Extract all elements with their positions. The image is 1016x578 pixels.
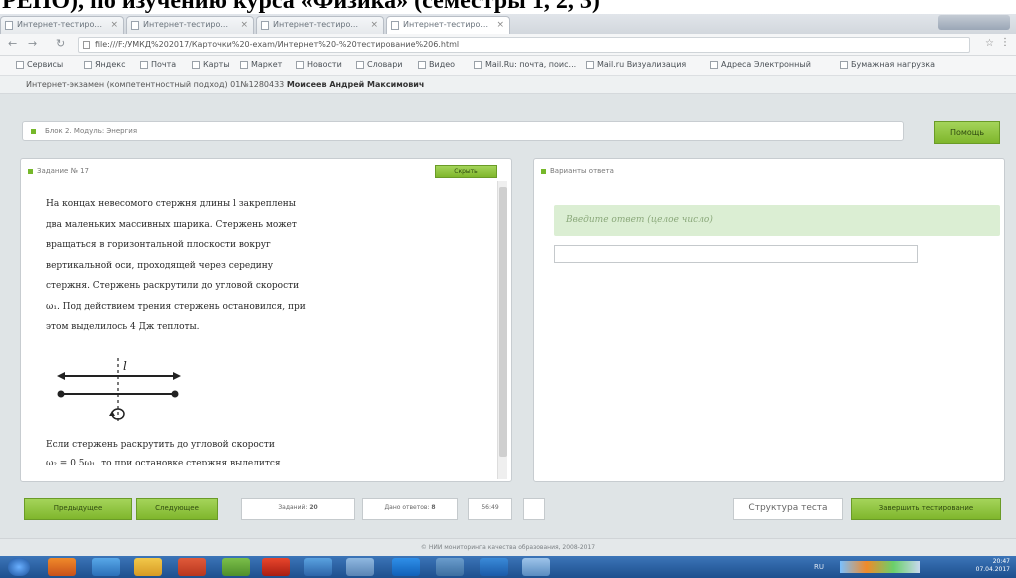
apps-icon — [16, 61, 24, 69]
close-icon[interactable]: × — [496, 17, 504, 33]
finish-button[interactable]: Завершить тестирование — [851, 498, 1001, 520]
media-icon[interactable] — [178, 558, 206, 576]
page-icon — [261, 21, 269, 30]
square-icon — [541, 169, 546, 174]
page-icon — [391, 21, 399, 30]
mail-icon — [474, 61, 482, 69]
bookmark-item[interactable]: Mail.Ru: почта, поис... — [474, 60, 576, 69]
page-icon — [140, 61, 148, 69]
clock[interactable]: 20:47 07.04.2017 — [976, 558, 1010, 574]
scrollbar-thumb[interactable] — [499, 187, 507, 457]
square-icon — [31, 129, 36, 134]
session-info: Интернет-экзамен (компетентностный подхо… — [0, 76, 1016, 94]
app-icon[interactable] — [522, 558, 550, 576]
file-icon — [83, 41, 90, 49]
close-icon[interactable]: × — [240, 17, 248, 33]
close-icon[interactable]: × — [110, 17, 118, 33]
bookmark-item[interactable]: Маркет — [240, 60, 282, 69]
answers-panel: Варианты ответа Введите ответ (целое чис… — [533, 158, 1005, 482]
bookmark-item[interactable]: Адреса Электронный — [710, 60, 811, 69]
browser-tab[interactable]: Интернет-тестиро... × — [256, 16, 384, 34]
page-icon — [710, 61, 718, 69]
tasks-counter: Заданий: 20 — [241, 498, 355, 520]
page-icon — [84, 61, 92, 69]
url-input[interactable]: file:///F:/УМКД%202017/Карточки%20-еxam/… — [78, 37, 970, 53]
app-icon[interactable] — [436, 558, 464, 576]
timer: 56:49 — [468, 498, 512, 520]
rod-diagram: l — [57, 358, 181, 424]
page-caption: РЕПО), по изучению курса «Физика» (семес… — [0, 0, 1016, 14]
window-controls[interactable] — [938, 15, 1010, 30]
bookmark-item[interactable]: Почта — [140, 60, 176, 69]
browser-tab[interactable]: Интернет-тестиро... × — [0, 16, 124, 34]
ie-icon[interactable] — [92, 558, 120, 576]
answer-hint: Введите ответ (целое число) — [554, 205, 1000, 236]
address-bar: ← → ↻ file:///F:/УМКД%202017/Карточки%20… — [0, 34, 1016, 56]
page-icon — [131, 21, 139, 30]
prev-button[interactable]: Предыдущее — [24, 498, 132, 520]
news-icon — [296, 61, 304, 69]
bookmark-item[interactable]: Видео — [418, 60, 455, 69]
bookmark-item[interactable]: Словари — [356, 60, 403, 69]
task-text-continued: Если стержень раскрутить до угловой скор… — [46, 440, 275, 450]
page-icon — [240, 61, 248, 69]
structure-button[interactable]: Структура теста — [733, 498, 843, 520]
page-icon — [840, 61, 848, 69]
chrome-icon[interactable] — [48, 558, 76, 576]
page-icon — [586, 61, 594, 69]
map-pin-icon — [192, 61, 200, 69]
task-text: На концах невесомого стержня длины l зак… — [46, 199, 306, 332]
video-icon — [418, 61, 426, 69]
back-icon[interactable]: ← — [8, 37, 17, 50]
browser-tab[interactable]: Интернет-тестиро... × — [126, 16, 254, 34]
app-icon[interactable] — [304, 558, 332, 576]
breadcrumb: Блок 2. Модуль: Энергия — [22, 121, 904, 141]
task-header: Задание № 17 Скрыть — [21, 159, 511, 183]
star-icon[interactable]: ☆ — [985, 38, 994, 49]
hide-button[interactable]: Скрыть — [435, 165, 497, 178]
tray-icons[interactable] — [840, 561, 920, 573]
opera-icon[interactable] — [262, 558, 290, 576]
answered-counter: Дано ответов: 8 — [362, 498, 458, 520]
taskbar: RU 20:47 07.04.2017 — [0, 556, 1016, 578]
folder-icon[interactable] — [134, 558, 162, 576]
page-icon — [5, 21, 13, 30]
square-icon — [28, 169, 33, 174]
forward-icon[interactable]: → — [28, 37, 37, 50]
app-icon[interactable] — [346, 558, 374, 576]
bookmark-item[interactable]: Сервисы — [16, 60, 63, 69]
bookmark-item[interactable]: Бумажная нагрузка — [840, 60, 935, 69]
language-indicator[interactable]: RU — [814, 563, 824, 571]
axis-label: l — [123, 359, 127, 373]
answers-header: Варианты ответа — [534, 159, 1004, 183]
user-name: Моисеев Андрей Максимович — [286, 80, 425, 89]
system-tray: RU 20:47 07.04.2017 — [796, 556, 1016, 578]
task-text-cut: ω₂ = 0,5ω₁, то при остановке стержня выд… — [46, 459, 281, 465]
bookmarks-bar: Сервисы Яндекс Почта Карты Маркет Новост… — [0, 56, 1016, 76]
reload-icon[interactable]: ↻ — [56, 37, 65, 50]
skype-icon[interactable] — [392, 558, 420, 576]
bookmark-item[interactable]: Яндекс — [84, 60, 125, 69]
browser-tab-bar: Интернет-тестиро... × Интернет-тестиро...… — [0, 14, 1016, 34]
bookmark-item[interactable]: Новости — [296, 60, 342, 69]
next-button[interactable]: Следующее — [136, 498, 218, 520]
footer: © НИИ мониторинга качества образования, … — [0, 538, 1016, 556]
bookmark-item[interactable]: Mail.ru Визуализация — [586, 60, 686, 69]
help-button[interactable]: Помощь — [934, 121, 1000, 144]
bookmark-item[interactable]: Карты — [192, 60, 230, 69]
page-icon — [356, 61, 364, 69]
app-icon[interactable] — [480, 558, 508, 576]
close-icon[interactable]: × — [370, 17, 378, 33]
task-panel: Задание № 17 Скрыть На концах невесомого… — [20, 158, 512, 482]
scrollbar[interactable] — [497, 181, 507, 479]
answer-input[interactable] — [554, 245, 918, 263]
browser-tab-active[interactable]: Интернет-тестиро... × — [386, 16, 510, 34]
menu-icon[interactable]: ⋮ — [1000, 37, 1010, 48]
extra-button[interactable] — [523, 498, 545, 520]
app-icon[interactable] — [222, 558, 250, 576]
start-button[interactable] — [8, 558, 30, 576]
